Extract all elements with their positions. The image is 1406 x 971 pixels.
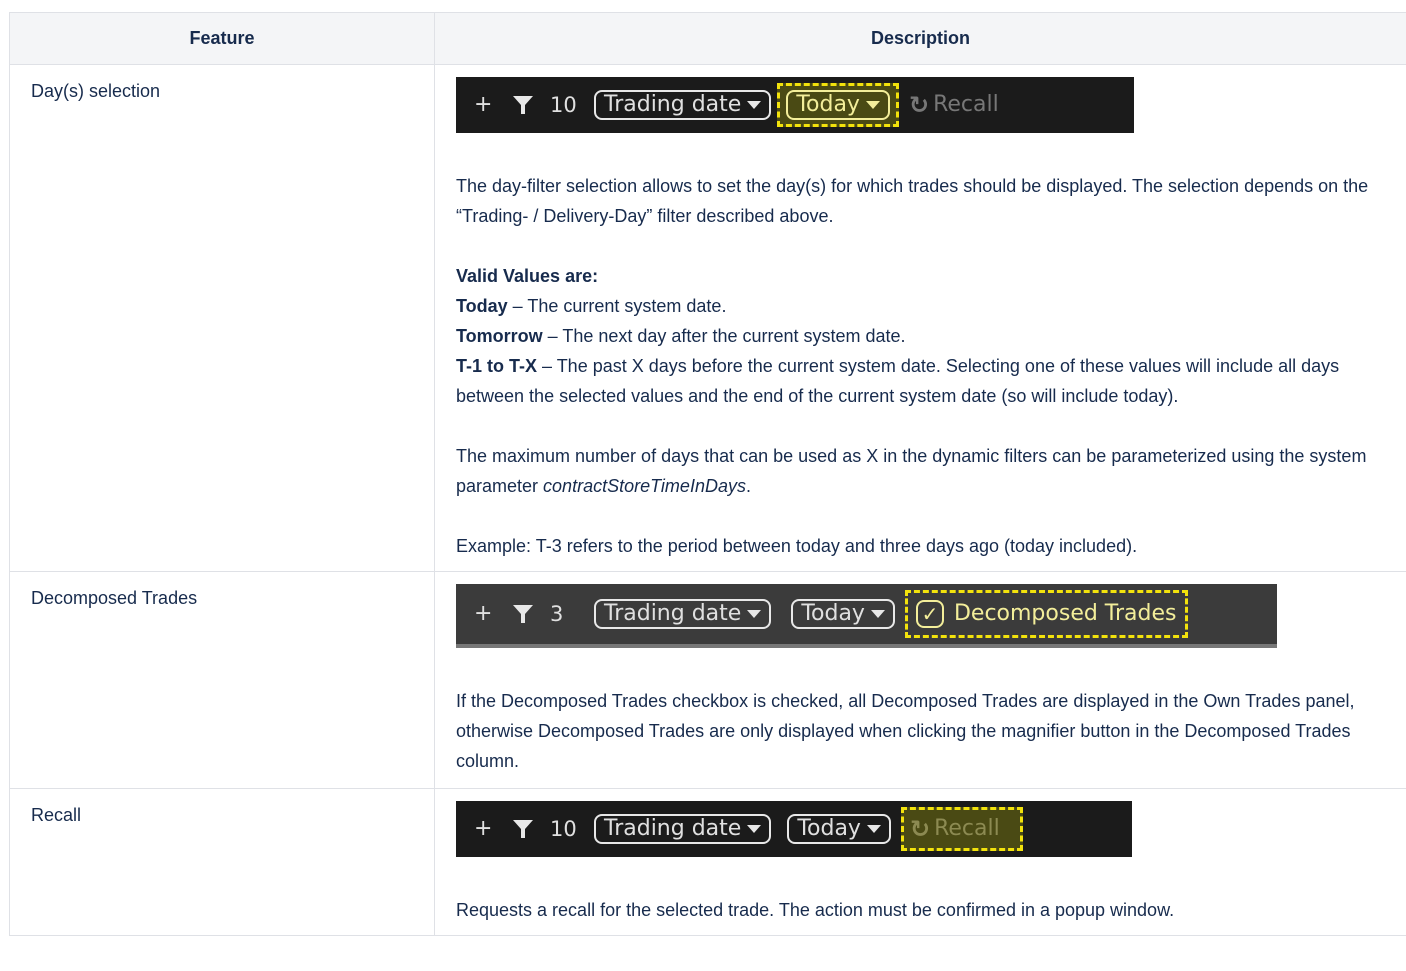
caret-down-icon bbox=[870, 610, 885, 618]
filter-count: 10 bbox=[550, 817, 577, 841]
table-header-row: Feature Description bbox=[9, 12, 1406, 65]
today-label: Today bbox=[797, 816, 861, 841]
feature-cell: Recall bbox=[9, 788, 435, 936]
caret-down-icon bbox=[747, 610, 762, 618]
feature-cell: Decomposed Trades bbox=[9, 571, 435, 789]
trading-date-label: Trading date bbox=[604, 92, 742, 117]
caret-down-icon bbox=[747, 825, 762, 833]
plus-icon[interactable]: + bbox=[474, 599, 498, 629]
recall-icon: ↻ bbox=[908, 91, 930, 119]
caret-down-icon bbox=[747, 101, 762, 109]
recall-button[interactable]: ↻ Recall bbox=[910, 814, 1000, 844]
recall-label: Recall bbox=[933, 92, 999, 117]
valid-values-heading: Valid Values are: bbox=[456, 266, 599, 286]
value-today: Today – The current system date. bbox=[456, 296, 727, 316]
description-cell: + 10 Trading date Today bbox=[434, 64, 1406, 572]
filter-icon[interactable] bbox=[512, 603, 540, 625]
feature-table: Feature Description Day(s) selection + 1… bbox=[9, 12, 1406, 936]
trading-date-label: Trading date bbox=[604, 816, 742, 841]
table-row: Decomposed Trades + 3 Trading date Today bbox=[9, 571, 1406, 789]
value-tomorrow: Tomorrow – The next day after the curren… bbox=[456, 326, 906, 346]
trading-date-dropdown[interactable]: Trading date bbox=[594, 90, 772, 120]
today-dropdown[interactable]: Today bbox=[791, 599, 895, 629]
recall-button[interactable]: ↻ Recall bbox=[909, 90, 999, 120]
paragraph-example: Example: T-3 refers to the period betwee… bbox=[456, 536, 1138, 556]
today-dropdown[interactable]: Today bbox=[786, 90, 890, 120]
plus-icon[interactable]: + bbox=[474, 90, 498, 120]
plus-icon[interactable]: + bbox=[474, 814, 498, 844]
highlight-box: ↻ Recall bbox=[900, 807, 1023, 851]
toolbar-screenshot: + 3 Trading date Today ✓ Decomposed Trad… bbox=[456, 584, 1277, 648]
filter-icon[interactable] bbox=[512, 94, 540, 116]
paragraph: The day-filter selection allows to set t… bbox=[456, 176, 1369, 226]
recall-label: Recall bbox=[934, 816, 1000, 841]
highlight-box: ✓ Decomposed Trades bbox=[904, 590, 1188, 638]
header-description: Description bbox=[434, 12, 1406, 65]
filter-count: 10 bbox=[550, 93, 577, 117]
description-cell: + 3 Trading date Today ✓ Decomposed Trad… bbox=[434, 571, 1406, 789]
caret-down-icon bbox=[865, 101, 880, 109]
feature-cell: Day(s) selection bbox=[9, 64, 435, 572]
trading-date-label: Trading date bbox=[604, 601, 742, 626]
paragraph: Requests a recall for the selected trade… bbox=[456, 900, 1175, 920]
trading-date-dropdown[interactable]: Trading date bbox=[594, 599, 772, 629]
today-label: Today bbox=[796, 92, 860, 117]
today-dropdown[interactable]: Today bbox=[787, 814, 891, 844]
highlight-box: Today bbox=[777, 83, 899, 127]
table-row: Recall + 10 Trading date Today ↻ Recall … bbox=[9, 788, 1406, 936]
toolbar-screenshot: + 10 Trading date Today ↻ Recall bbox=[456, 77, 1134, 133]
header-feature: Feature bbox=[9, 12, 435, 65]
toolbar-screenshot: + 10 Trading date Today ↻ Recall bbox=[456, 801, 1132, 857]
checkbox-icon[interactable]: ✓ bbox=[915, 600, 944, 628]
paragraph-max-days: The maximum number of days that can be u… bbox=[456, 446, 1367, 496]
description-cell: + 10 Trading date Today bbox=[434, 788, 1406, 936]
caret-down-icon bbox=[866, 825, 881, 833]
decomposed-trades-label: Decomposed Trades bbox=[953, 601, 1177, 626]
trading-date-dropdown[interactable]: Trading date bbox=[594, 814, 772, 844]
value-t1-tx: T-1 to T-X – The past X days before the … bbox=[456, 356, 1340, 406]
recall-icon: ↻ bbox=[909, 815, 931, 843]
paragraph: If the Decomposed Trades checkbox is che… bbox=[456, 691, 1355, 771]
today-label: Today bbox=[801, 601, 865, 626]
filter-count: 3 bbox=[550, 602, 564, 626]
filter-icon[interactable] bbox=[512, 818, 540, 840]
table-row: Day(s) selection + 10 Trading date Today bbox=[9, 64, 1406, 572]
